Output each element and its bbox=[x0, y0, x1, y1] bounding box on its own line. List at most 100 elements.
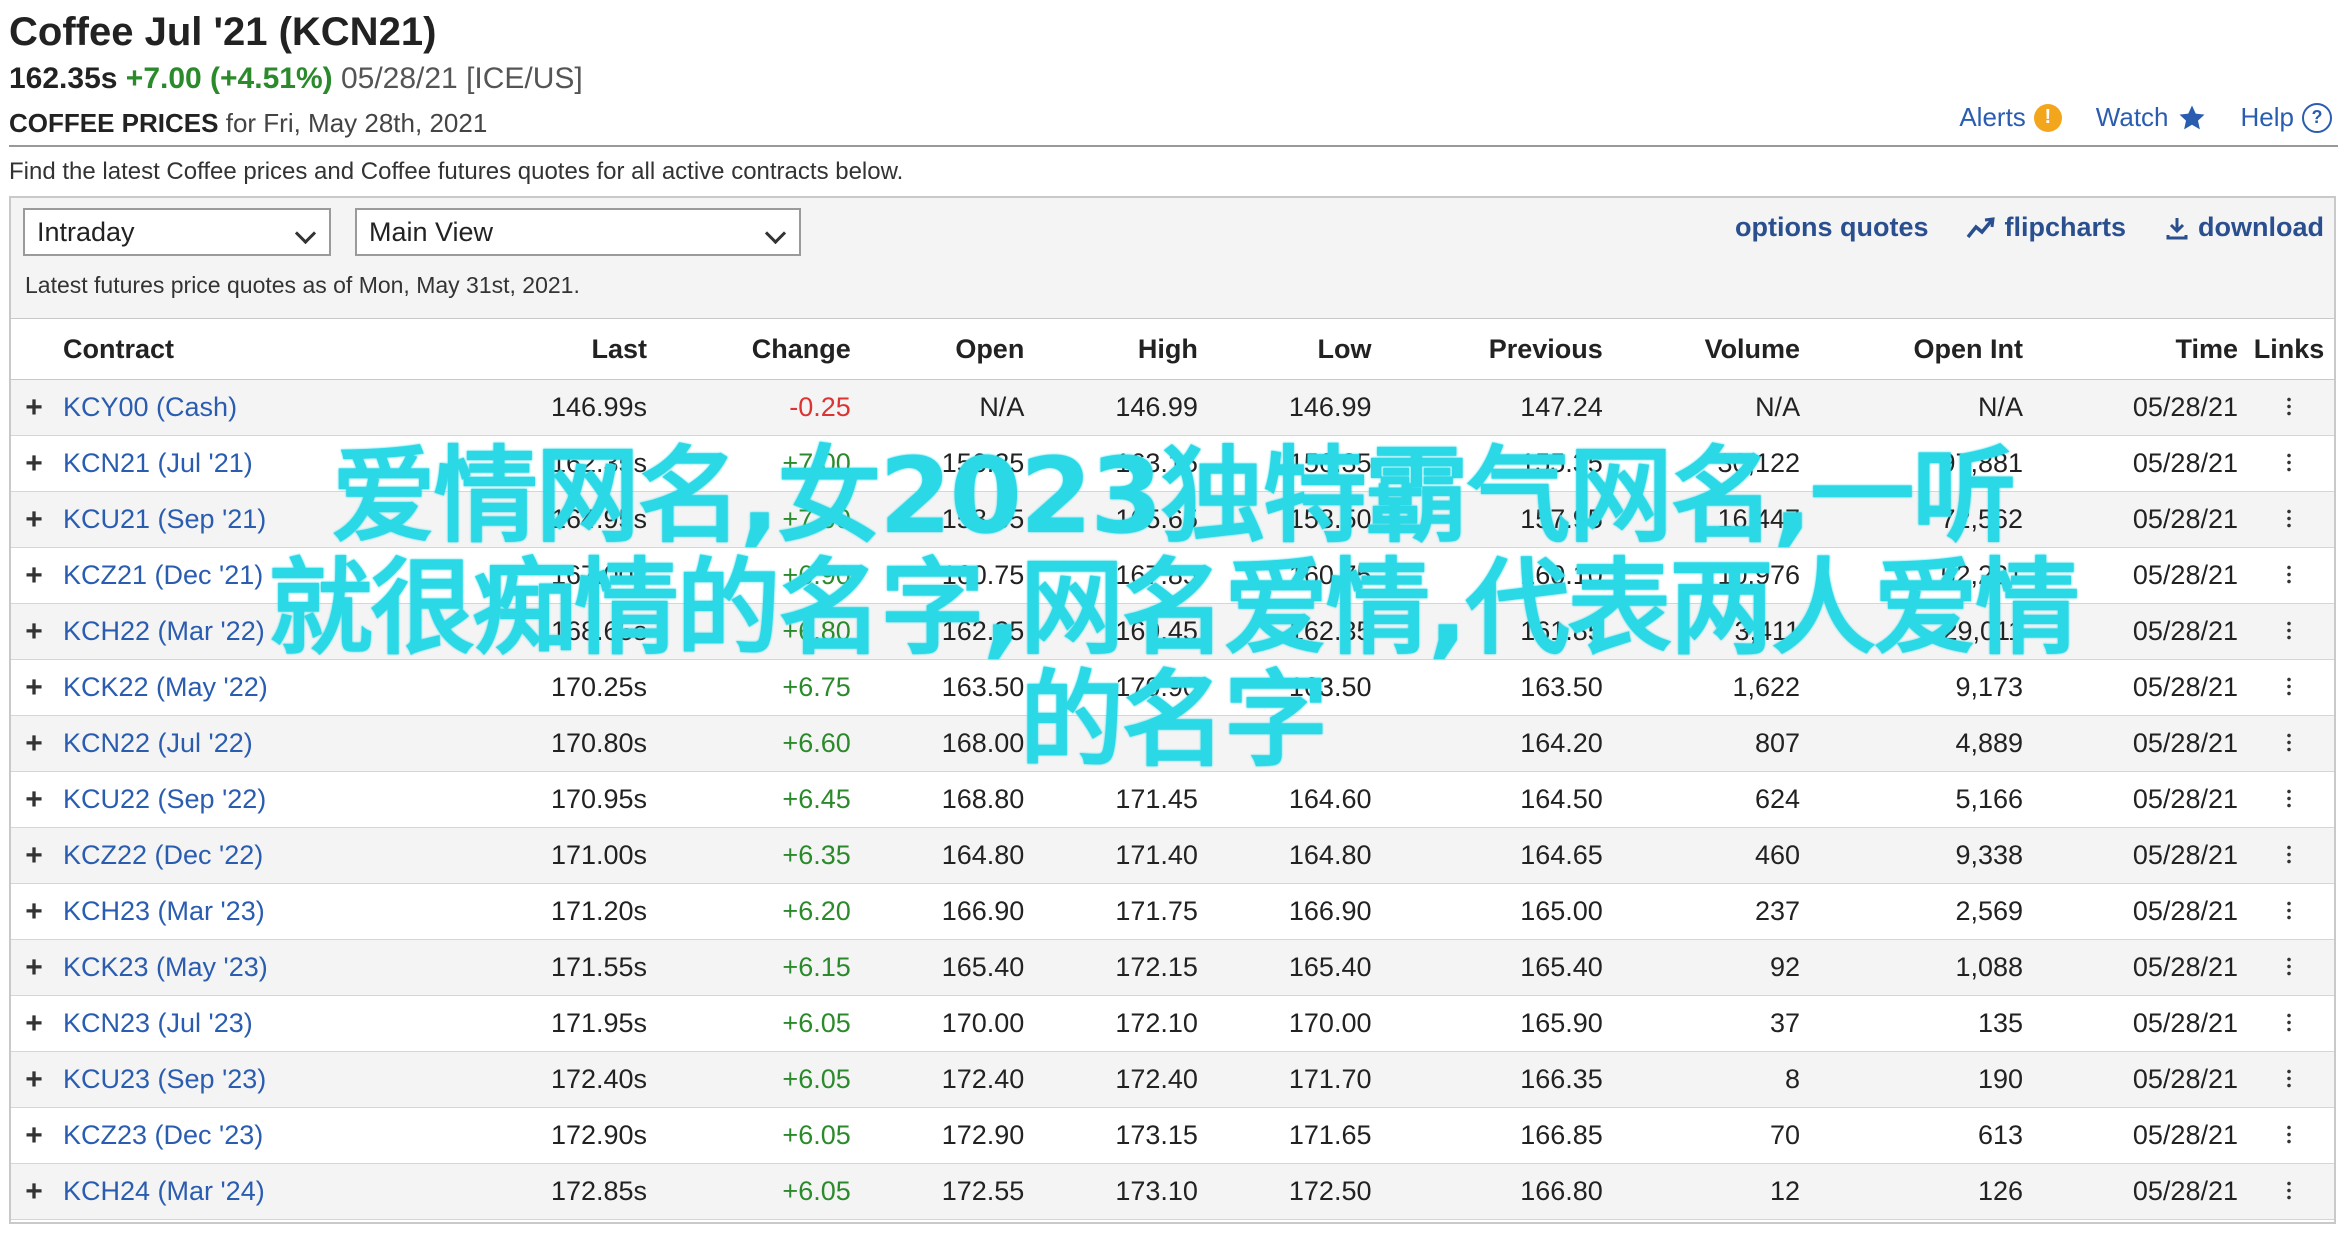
table-row: + KCH22 (Mar '22) 168.65s +6.80 162.35 169.45… bbox=[11, 603, 2334, 660]
table-cell bbox=[1203, 715, 1378, 772]
contract-link[interactable]: KCN22 (Jul '22) bbox=[57, 715, 455, 772]
table-cell: 170.25s bbox=[454, 659, 654, 716]
row-menu[interactable] bbox=[2244, 715, 2334, 772]
row-menu[interactable] bbox=[2244, 435, 2334, 492]
table-cell: 160.75 bbox=[856, 547, 1031, 604]
contract-link[interactable]: KCZ23 (Dec '23) bbox=[57, 1107, 455, 1164]
expand-row-icon[interactable]: + bbox=[11, 603, 57, 660]
contract-link[interactable]: KCK23 (May '23) bbox=[57, 939, 455, 996]
expand-row-icon[interactable]: + bbox=[11, 883, 57, 940]
table-cell: 146.99 bbox=[1203, 379, 1378, 436]
col-header[interactable]: Previous bbox=[1377, 318, 1609, 380]
prices-heading: COFFEE PRICES for Fri, May 28th, 2021 bbox=[9, 108, 487, 139]
options-quotes-link[interactable]: options quotes bbox=[1735, 212, 1928, 243]
contract-link[interactable]: KCU22 (Sep '22) bbox=[57, 771, 455, 828]
change-cell: +6.35 bbox=[653, 827, 857, 884]
kebab-menu-icon bbox=[2287, 956, 2291, 976]
expand-row-icon[interactable]: + bbox=[11, 1163, 57, 1220]
col-header[interactable]: Last bbox=[454, 318, 654, 380]
alerts-link[interactable]: Alerts ! bbox=[1959, 102, 2062, 133]
expand-row-icon[interactable]: + bbox=[11, 771, 57, 828]
row-menu[interactable] bbox=[2244, 995, 2334, 1052]
contract-link[interactable]: KCN23 (Jul '23) bbox=[57, 995, 455, 1052]
contract-link[interactable]: KCZ21 (Dec '21) bbox=[57, 547, 455, 604]
interval-select[interactable]: Intraday bbox=[23, 208, 331, 256]
table-cell: 173.10 bbox=[1030, 1163, 1204, 1220]
table-cell: 171.20s bbox=[454, 883, 654, 940]
contract-link[interactable]: KCZ22 (Dec '22) bbox=[57, 827, 455, 884]
contract-link[interactable]: KCK22 (May '22) bbox=[57, 659, 455, 716]
table-cell: 05/28/21 bbox=[2029, 715, 2244, 772]
row-menu[interactable] bbox=[2244, 603, 2334, 660]
row-menu[interactable] bbox=[2244, 1051, 2334, 1108]
view-select[interactable]: Main View bbox=[355, 208, 801, 256]
col-header[interactable]: Volume bbox=[1608, 318, 1807, 380]
table-row: + KCH23 (Mar '23) 171.20s +6.20 166.90 171.75… bbox=[11, 883, 2334, 940]
table-cell: 190 bbox=[1806, 1051, 2030, 1108]
expand-row-icon[interactable]: + bbox=[11, 1051, 57, 1108]
col-header: Links bbox=[2244, 318, 2334, 380]
table-cell: 05/28/21 bbox=[2029, 659, 2244, 716]
table-row: + KCU22 (Sep '22) 170.95s +6.45 168.80 171.45… bbox=[11, 771, 2334, 828]
col-header[interactable]: Low bbox=[1203, 318, 1378, 380]
change-cell: +6.05 bbox=[653, 1163, 857, 1220]
row-menu[interactable] bbox=[2244, 659, 2334, 716]
col-header[interactable]: Time bbox=[2029, 318, 2244, 380]
expand-row-icon[interactable]: + bbox=[11, 547, 57, 604]
download-icon bbox=[2166, 217, 2188, 239]
table-cell: 171.95s bbox=[454, 995, 654, 1052]
table-cell: 05/28/21 bbox=[2029, 547, 2244, 604]
table-cell: 165.40 bbox=[1203, 939, 1378, 996]
row-menu[interactable] bbox=[2244, 883, 2334, 940]
contract-link[interactable]: KCN21 (Jul '21) bbox=[57, 435, 455, 492]
watch-link[interactable]: Watch bbox=[2096, 102, 2207, 133]
expand-row-icon[interactable]: + bbox=[11, 379, 57, 436]
contract-link[interactable]: KCH23 (Mar '23) bbox=[57, 883, 455, 940]
table-cell: 155.35 bbox=[1377, 435, 1609, 492]
flipcharts-link[interactable]: flipcharts bbox=[1966, 212, 2126, 243]
table-cell: 4,889 bbox=[1806, 715, 2030, 772]
row-menu[interactable] bbox=[2244, 1107, 2334, 1164]
table-cell: 146.99 bbox=[1030, 379, 1204, 436]
expand-row-icon[interactable]: + bbox=[11, 715, 57, 772]
expand-row-icon[interactable]: + bbox=[11, 827, 57, 884]
col-header[interactable]: Open Int bbox=[1806, 318, 2030, 380]
table-cell: 05/28/21 bbox=[2029, 379, 2244, 436]
kebab-menu-icon bbox=[2287, 1124, 2291, 1144]
expand-row-icon[interactable]: + bbox=[11, 435, 57, 492]
contract-link[interactable]: KCH24 (Mar '24) bbox=[57, 1163, 455, 1220]
row-menu[interactable] bbox=[2244, 771, 2334, 828]
row-menu[interactable] bbox=[2244, 939, 2334, 996]
table-cell: 167.85 bbox=[1030, 547, 1204, 604]
expand-row-icon[interactable]: + bbox=[11, 995, 57, 1052]
flipcharts-label: flipcharts bbox=[2004, 212, 2127, 242]
col-header[interactable]: Open bbox=[856, 318, 1031, 380]
table-cell: 92 bbox=[1608, 939, 1807, 996]
row-menu[interactable] bbox=[2244, 491, 2334, 548]
expand-row-icon[interactable]: + bbox=[11, 939, 57, 996]
row-menu[interactable] bbox=[2244, 547, 2334, 604]
contract-link[interactable]: KCH22 (Mar '22) bbox=[57, 603, 455, 660]
table-cell: 172.15 bbox=[1030, 939, 1204, 996]
col-header[interactable]: Change bbox=[653, 318, 857, 380]
table-cell: 172.40 bbox=[856, 1051, 1031, 1108]
col-header[interactable]: Contract bbox=[57, 318, 455, 380]
table-row: + KCN23 (Jul '23) 171.95s +6.05 170.00 172.10… bbox=[11, 995, 2334, 1052]
help-link[interactable]: Help ? bbox=[2241, 102, 2332, 133]
contract-link[interactable]: KCU21 (Sep '21) bbox=[57, 491, 455, 548]
expand-row-icon[interactable]: + bbox=[11, 659, 57, 716]
row-menu[interactable] bbox=[2244, 827, 2334, 884]
row-menu[interactable] bbox=[2244, 379, 2334, 436]
table-cell: 168.80 bbox=[856, 771, 1031, 828]
row-menu[interactable] bbox=[2244, 1163, 2334, 1220]
download-link[interactable]: download bbox=[2164, 212, 2324, 243]
expand-row-icon[interactable]: + bbox=[11, 491, 57, 548]
table-cell: 10,976 bbox=[1608, 547, 1807, 604]
contract-link[interactable]: KCY00 (Cash) bbox=[57, 379, 455, 436]
table-cell: 166.90 bbox=[1203, 883, 1378, 940]
expand-row-icon[interactable]: + bbox=[11, 1107, 57, 1164]
col-header[interactable]: High bbox=[1030, 318, 1204, 380]
contract-link[interactable]: KCU23 (Sep '23) bbox=[57, 1051, 455, 1108]
watch-label: Watch bbox=[2095, 102, 2169, 132]
table-cell: 5,166 bbox=[1806, 771, 2030, 828]
